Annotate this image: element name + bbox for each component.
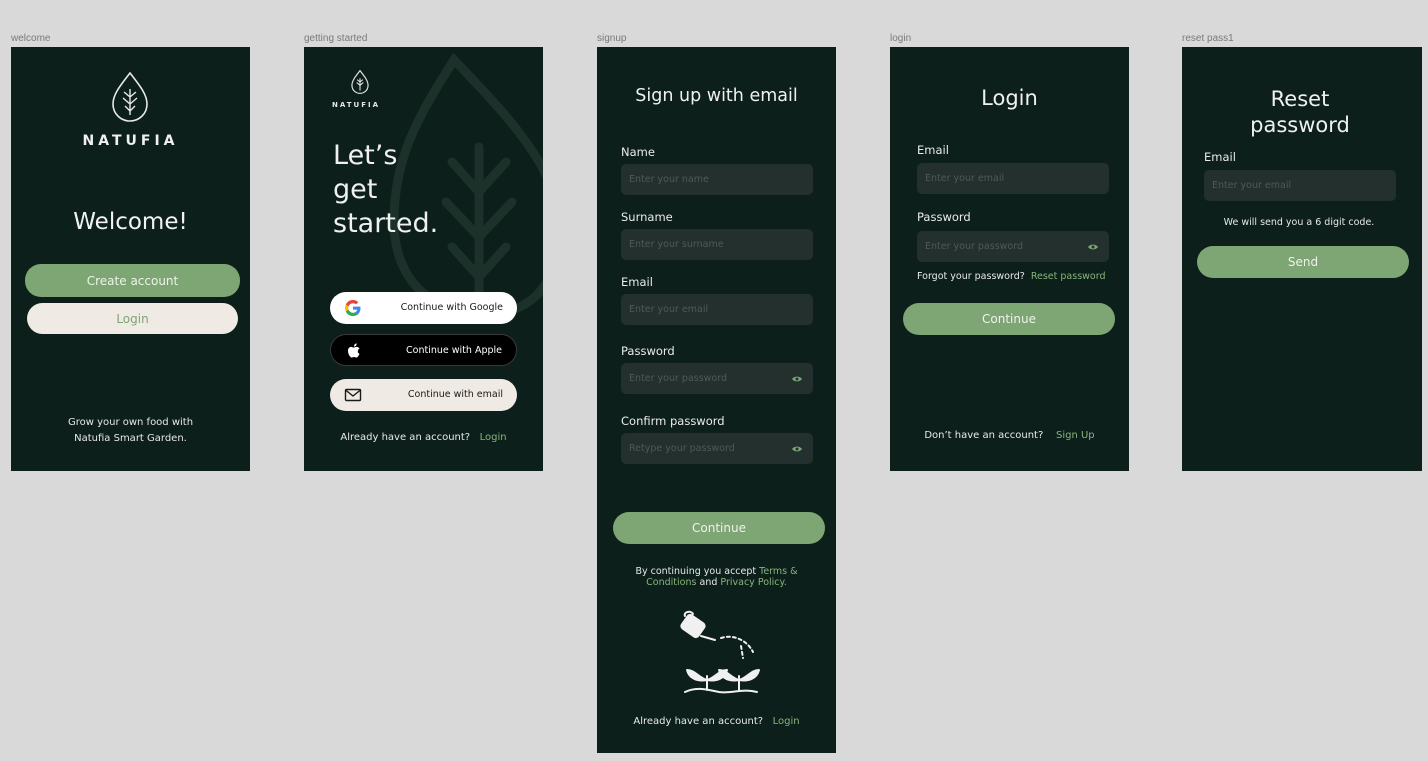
forgot-password-text: Forgot your password? bbox=[917, 271, 1025, 282]
send-button[interactable]: Send bbox=[1197, 246, 1409, 278]
welcome-heading: Welcome! bbox=[73, 209, 188, 235]
privacy-policy-link[interactable]: Privacy Policy. bbox=[720, 577, 786, 588]
terms-link-part2[interactable]: Conditions bbox=[646, 577, 696, 588]
brand-wordmark: NATUFIA bbox=[82, 133, 179, 149]
login-email-field[interactable]: Enter your email bbox=[917, 163, 1109, 194]
heading-line-3: started. bbox=[333, 208, 439, 239]
reset-email-placeholder: Enter your email bbox=[1212, 180, 1292, 191]
signup-have-account-text: Already have an account? bbox=[633, 716, 764, 727]
login-continue-button[interactable]: Continue bbox=[903, 303, 1115, 335]
getting-started-heading: Let’s get started. bbox=[333, 139, 438, 241]
tagline-line-2: Natufia Smart Garden. bbox=[74, 433, 187, 444]
signup-login-link[interactable]: Login bbox=[773, 716, 800, 727]
show-confirm-password-eye-icon[interactable] bbox=[791, 445, 803, 453]
terms-link-part1[interactable]: Terms & bbox=[759, 566, 797, 577]
terms-text: By continuing you accept Terms & Conditi… bbox=[617, 566, 816, 588]
have-account-text: Already have an account? bbox=[340, 432, 471, 443]
surname-field[interactable]: Enter your surname bbox=[621, 229, 813, 260]
email-label: Email bbox=[621, 275, 653, 289]
confirm-password-label: Confirm password bbox=[621, 414, 725, 428]
no-account-text: Don’t have an account? bbox=[924, 430, 1044, 441]
surname-label: Surname bbox=[621, 210, 673, 224]
continue-with-google-button[interactable]: Continue with Google bbox=[330, 292, 517, 324]
leaf-logo-icon bbox=[112, 71, 148, 122]
leaf-logo-small-icon bbox=[351, 69, 369, 94]
password-field[interactable]: Enter your password bbox=[621, 363, 813, 394]
frame-label-getting-started: getting started bbox=[304, 33, 368, 44]
signup-screen: Sign up with email Name Enter your name … bbox=[597, 47, 836, 753]
mail-icon bbox=[344, 388, 362, 402]
login-title: Login bbox=[981, 86, 1038, 110]
frame-label-signup: signup bbox=[597, 33, 627, 44]
signup-continue-button[interactable]: Continue bbox=[613, 512, 825, 544]
login-email-label: Email bbox=[917, 143, 949, 157]
password-label: Password bbox=[621, 344, 675, 358]
password-placeholder: Enter your password bbox=[629, 373, 728, 384]
watering-plants-illustration-icon bbox=[680, 610, 760, 694]
welcome-screen: NATUFIA Welcome! Create account Login Gr… bbox=[11, 47, 250, 471]
email-placeholder: Enter your email bbox=[629, 304, 709, 315]
heading-line-1: Let’s bbox=[333, 140, 398, 171]
reset-title: Reset password bbox=[1182, 86, 1418, 138]
brand-wordmark-small: NATUFIA bbox=[332, 101, 380, 109]
login-password-placeholder: Enter your password bbox=[925, 241, 1024, 252]
reset-password-screen: Reset password Email Enter your email We… bbox=[1182, 47, 1422, 471]
reset-email-label: Email bbox=[1204, 150, 1236, 164]
login-button[interactable]: Login bbox=[27, 303, 238, 334]
apple-icon bbox=[348, 343, 360, 358]
email-button-label: Continue with email bbox=[407, 389, 503, 400]
getting-started-screen: NATUFIA Let’s get started. Continue with… bbox=[304, 47, 543, 471]
heading-line-2: get bbox=[333, 174, 378, 205]
confirm-password-field[interactable]: Retype your password bbox=[621, 433, 813, 464]
reset-title-line-1: Reset bbox=[1270, 87, 1330, 111]
login-email-placeholder: Enter your email bbox=[925, 173, 1005, 184]
name-placeholder: Enter your name bbox=[629, 174, 709, 185]
frame-label-login: login bbox=[890, 33, 912, 44]
confirm-password-placeholder: Retype your password bbox=[629, 443, 735, 454]
google-button-label: Continue with Google bbox=[400, 302, 503, 313]
frame-label-welcome: welcome bbox=[11, 33, 51, 44]
reset-title-line-2: password bbox=[1250, 113, 1350, 137]
continue-with-email-button[interactable]: Continue with email bbox=[330, 379, 517, 411]
signup-title: Sign up with email bbox=[635, 86, 798, 106]
have-account-row: Already have an account? Login bbox=[304, 432, 543, 443]
login-password-label: Password bbox=[917, 210, 971, 224]
google-icon bbox=[345, 300, 361, 316]
forgot-password-row: Forgot your password? Reset password bbox=[917, 271, 1106, 282]
terms-and: and bbox=[699, 577, 718, 588]
login-show-password-eye-icon[interactable] bbox=[1087, 243, 1099, 251]
terms-prefix: By continuing you accept bbox=[635, 566, 757, 577]
name-label: Name bbox=[621, 145, 655, 159]
signup-link[interactable]: Sign Up bbox=[1056, 430, 1095, 441]
continue-with-apple-button[interactable]: Continue with Apple bbox=[330, 334, 517, 366]
frame-label-reset: reset pass1 bbox=[1182, 33, 1234, 44]
no-account-row: Don’t have an account? Sign Up bbox=[890, 430, 1129, 441]
tagline: Grow your own food with Natufia Smart Ga… bbox=[11, 415, 250, 447]
email-field[interactable]: Enter your email bbox=[621, 294, 813, 325]
reset-password-link[interactable]: Reset password bbox=[1031, 271, 1106, 282]
login-screen: Login Email Enter your email Password En… bbox=[890, 47, 1129, 471]
reset-email-field[interactable]: Enter your email bbox=[1204, 170, 1396, 201]
name-field[interactable]: Enter your name bbox=[621, 164, 813, 195]
login-link[interactable]: Login bbox=[480, 432, 507, 443]
signup-have-account-row: Already have an account? Login bbox=[597, 716, 836, 727]
apple-button-label: Continue with Apple bbox=[406, 345, 502, 356]
tagline-line-1: Grow your own food with bbox=[67, 417, 194, 428]
login-password-field[interactable]: Enter your password bbox=[917, 231, 1109, 262]
show-password-eye-icon[interactable] bbox=[791, 375, 803, 383]
reset-note: We will send you a 6 digit code. bbox=[1223, 217, 1375, 228]
create-account-button[interactable]: Create account bbox=[25, 264, 240, 297]
surname-placeholder: Enter your surname bbox=[629, 239, 724, 250]
